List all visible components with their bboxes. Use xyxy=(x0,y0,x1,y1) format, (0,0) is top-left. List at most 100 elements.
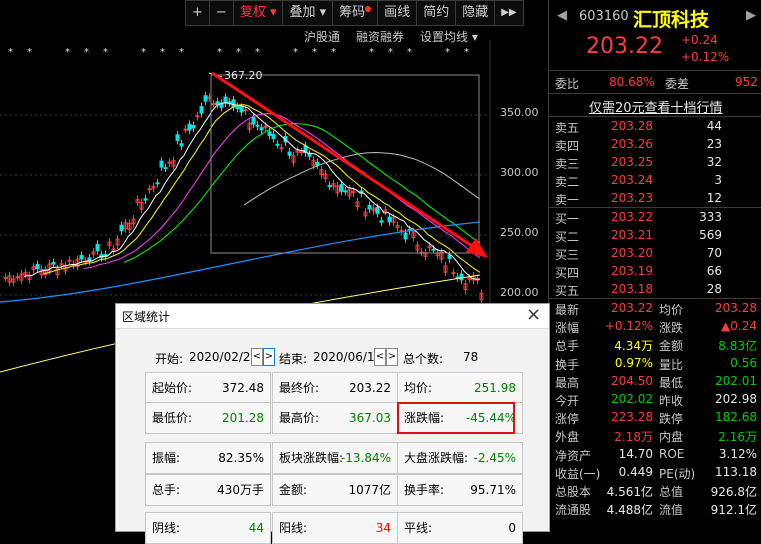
svg-text:*: * xyxy=(312,47,317,58)
stat-value: 223.28 xyxy=(611,410,653,425)
end-prev-button[interactable]: < xyxy=(374,348,386,366)
notification-dot-icon xyxy=(365,6,372,12)
price-tick-label: 350.00 xyxy=(500,106,539,119)
toolbar-button-1[interactable]: − xyxy=(208,0,234,26)
stock-code: 603160 xyxy=(579,9,629,24)
book-level-label: 卖四 xyxy=(555,139,580,153)
price-change-pct: +0.12% xyxy=(681,50,730,64)
nav-left-icon[interactable]: ◀ xyxy=(557,8,567,23)
stat-value: 4.488亿 xyxy=(606,503,653,518)
subbar-item-1[interactable]: 融资融券 xyxy=(348,28,412,45)
quote-panel: ◀ 603160 汇顶科技 ▶ 203.22 +0.24 +0.12% 委比 8… xyxy=(548,0,761,530)
weibi-label: 委比 xyxy=(555,77,580,91)
stat-cell-value: 34 xyxy=(375,521,391,535)
stat-cell-label: 阳线: xyxy=(279,521,308,535)
book-level-price: 203.19 xyxy=(611,264,653,278)
ten-level-quote-link[interactable]: 仅需20元查看十档行情 xyxy=(589,97,723,116)
toolbar-button-label: + xyxy=(192,5,203,20)
end-label: 结束: xyxy=(279,352,308,366)
close-icon[interactable]: × xyxy=(526,304,541,325)
book-level-volume: 569 xyxy=(699,228,722,242)
price-change: +0.24 xyxy=(681,33,718,47)
stat-cell: 起始价: 372.48 xyxy=(145,372,271,404)
toolbar-button-label: − xyxy=(215,5,227,20)
stat-cell-label: 大盘涨跌幅: xyxy=(404,451,469,465)
stat-cell: 金额: 1077亿 xyxy=(272,474,398,506)
stat-value: 14.70 xyxy=(618,446,653,461)
stat-value: 113.18 xyxy=(715,464,757,479)
stat-value: 0.97% xyxy=(614,355,653,370)
chart-toolbar: + − 复权 ▾ 叠加 ▾ 筹码 画线 简约 隐藏 ▶▶ xyxy=(185,0,524,26)
count-value: 78 xyxy=(463,350,479,364)
region-stats-dialog: 区域统计 × 开始: 2020/02/26 < > 结束: 2020/06/18… xyxy=(115,303,550,544)
stat-value: 202.02 xyxy=(611,392,653,406)
toolbar-button-2[interactable]: 复权 ▾ xyxy=(232,0,284,26)
toolbar-button-0[interactable]: + xyxy=(185,0,210,26)
end-next-button[interactable]: > xyxy=(386,348,398,366)
book-level-label: 买三 xyxy=(555,248,580,262)
expand-toolbar-button[interactable]: ▶▶ xyxy=(494,0,524,26)
toolbar-button-5[interactable]: 画线 xyxy=(377,0,418,26)
stat-value: ▲0.24 xyxy=(721,319,757,334)
stat-cell: 换手率: 95.71% xyxy=(397,474,523,506)
stat-cell-value: 372.48 xyxy=(222,381,264,395)
stat-cell-value: 82.35% xyxy=(218,451,264,465)
last-price: 203.22 xyxy=(586,34,663,59)
stat-cell: 板块涨跌幅: -13.84% xyxy=(272,442,398,474)
stat-cell-label: 均价: xyxy=(404,381,433,395)
book-level-price: 203.20 xyxy=(611,246,653,260)
weibi-value: 80.68% xyxy=(609,75,655,89)
stat-cell: 最终价: 203.22 xyxy=(272,372,398,404)
toolbar-button-label: 叠加 ▾ xyxy=(289,5,327,20)
stat-label: ROE xyxy=(659,446,685,461)
svg-text:*: * xyxy=(65,47,70,58)
stat-value: 182.68 xyxy=(715,410,757,425)
toolbar-button-6[interactable]: 简约 xyxy=(416,0,457,26)
nav-right-icon[interactable]: ▶ xyxy=(746,8,756,23)
stat-cell-label: 板块涨跌幅: xyxy=(279,451,344,465)
svg-text:*: * xyxy=(84,47,89,58)
book-level-volume: 28 xyxy=(706,282,722,296)
svg-text:*: * xyxy=(27,47,32,58)
book-level-volume: 70 xyxy=(706,246,722,260)
stat-label: PE(动) xyxy=(659,466,696,481)
subbar-item-2[interactable]: 设置均线 ▾ xyxy=(412,28,486,45)
toolbar-button-label: 筹码 xyxy=(339,5,366,20)
stat-label: 跌停 xyxy=(659,412,684,427)
stat-value: 202.01 xyxy=(715,373,757,388)
stat-cell: 最高价: 367.03 xyxy=(272,402,398,434)
svg-text:*: * xyxy=(217,47,222,58)
high-price-label: 367.20 xyxy=(224,69,263,82)
stat-label: 净资产 xyxy=(555,448,592,463)
start-next-button[interactable]: > xyxy=(263,348,275,366)
stat-label: 最高 xyxy=(555,375,580,390)
toolbar-button-label: 简约 xyxy=(423,5,450,20)
book-level-label: 买一 xyxy=(555,212,580,226)
price-tick-label: 200.00 xyxy=(500,286,539,299)
stock-name: 汇顶科技 xyxy=(633,9,710,31)
stat-cell-label: 平线: xyxy=(404,521,433,535)
toolbar-button-4[interactable]: 筹码 xyxy=(332,0,379,26)
toolbar-button-label: 画线 xyxy=(384,5,411,20)
stat-cell-label: 最低价: xyxy=(152,411,193,425)
book-level-label: 买五 xyxy=(555,284,580,298)
dialog-titlebar[interactable]: 区域统计 × xyxy=(116,304,549,329)
toolbar-button-7[interactable]: 隐藏 xyxy=(455,0,496,26)
price-tick-label: 300.00 xyxy=(500,166,539,179)
stat-label: 涨跌 xyxy=(659,321,684,336)
stat-cell-value: 251.98 xyxy=(474,381,516,395)
svg-text:*: * xyxy=(236,47,241,58)
stat-value: 4.561亿 xyxy=(606,485,653,499)
stat-cell-label: 最终价: xyxy=(279,381,320,395)
stat-value: 926.8亿 xyxy=(710,485,757,499)
book-level-label: 卖五 xyxy=(555,121,580,135)
stat-label: 涨停 xyxy=(555,412,580,427)
end-date: 2020/06/18 xyxy=(313,350,383,364)
stat-cell-value: 0 xyxy=(508,521,516,535)
stat-value: 3.12% xyxy=(718,446,757,461)
start-prev-button[interactable]: < xyxy=(251,348,263,366)
toolbar-button-3[interactable]: 叠加 ▾ xyxy=(282,0,334,26)
stat-label: 最新 xyxy=(555,303,580,317)
subbar-item-0[interactable]: 沪股通 xyxy=(296,28,348,45)
book-level-volume: 44 xyxy=(706,119,722,133)
